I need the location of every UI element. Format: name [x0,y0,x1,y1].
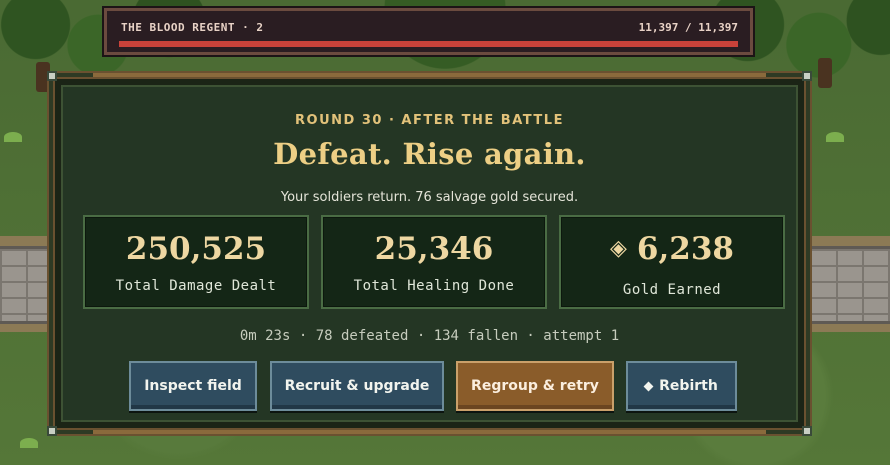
inspect-field-button[interactable]: Inspect field [129,361,257,411]
boss-hp-track [119,41,738,47]
rebirth-button[interactable]: Rebirth [626,361,737,411]
frame-corner [47,426,57,436]
result-subline: Your soldiers return. 76 salvage gold se… [280,190,579,205]
regroup-retry-button[interactable]: Regroup & retry [456,361,614,411]
boss-hp-fill [119,41,738,47]
stat-value: 250,525 [125,231,267,267]
stone-wall-left [0,246,50,324]
dialog-body: ROUND 30 · AFTER THE BATTLE Defeat. Rise… [61,85,798,422]
stat-total-healing: 25,346 Total Healing Done [321,215,547,309]
result-headline: Defeat. Rise again. [273,137,586,171]
stat-value-row: ◈ 6,238 [561,231,783,267]
grass-tuft [20,438,38,448]
frame-corner [802,426,812,436]
stat-value: 25,346 [374,231,494,267]
diamond-icon [643,381,654,391]
tree-trunk [818,58,832,88]
boss-name: THE BLOOD REGENT · 2 [121,21,264,34]
round-title: ROUND 30 · AFTER THE BATTLE [295,113,564,128]
recruit-upgrade-button[interactable]: Recruit & upgrade [270,361,444,411]
frame-trim [93,73,766,77]
grass-tuft [826,132,844,142]
button-label: Rebirth [659,378,718,394]
grass-tuft [4,132,22,142]
stat-label: Total Healing Done [353,278,515,294]
stone-wall-right [810,246,890,324]
button-label: Recruit & upgrade [284,378,430,394]
stat-value: 6,238 [636,231,734,267]
battle-summary: 0m 23s · 78 defeated · 134 fallen · atte… [239,328,620,344]
stat-label: Gold Earned [622,282,722,298]
stat-label: Total Damage Dealt [115,278,277,294]
stat-gold-earned: ◈ 6,238 Gold Earned [559,215,785,309]
button-label: Inspect field [144,378,242,394]
diamond-icon: ◈ [610,235,627,261]
boss-health-bar: THE BLOOD REGENT · 2 11,397 / 11,397 [104,8,753,55]
button-label: Regroup & retry [471,378,599,394]
boss-hp-text: 11,397 / 11,397 [638,21,738,34]
frame-corner [802,71,812,81]
frame-trim [93,430,766,434]
stat-total-damage: 250,525 Total Damage Dealt [83,215,309,309]
frame-corner [47,71,57,81]
battle-result-dialog: ROUND 30 · AFTER THE BATTLE Defeat. Rise… [47,71,812,436]
